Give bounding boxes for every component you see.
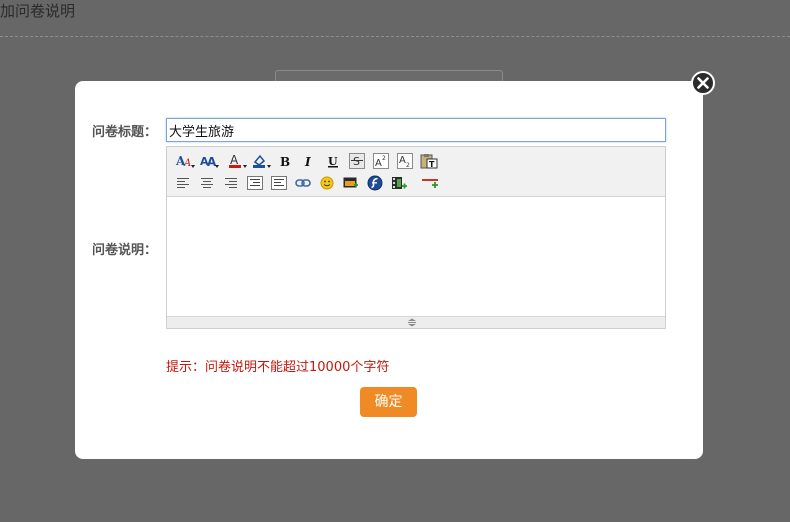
svg-text:A: A (375, 158, 382, 169)
editor-toolbar: A A A A A B I U S A 2 A 2 T (167, 147, 665, 197)
insert-media-button[interactable] (389, 174, 409, 192)
svg-text:S: S (353, 155, 360, 168)
subscript-button[interactable]: A 2 (395, 152, 415, 170)
insert-flash-button[interactable] (365, 174, 385, 192)
superscript-button[interactable]: A 2 (371, 152, 391, 170)
editor-content-area[interactable] (167, 197, 665, 317)
title-label: 问卷标题： (92, 125, 158, 140)
background-color-icon (253, 154, 271, 168)
align-right-button[interactable] (221, 174, 241, 192)
superscript-icon: A 2 (373, 153, 389, 169)
page-title: 加问卷说明 (0, 2, 76, 20)
horizontal-rule-icon (422, 179, 438, 188)
svg-text:2: 2 (406, 162, 410, 169)
font-size-button[interactable]: A A (199, 152, 219, 170)
subscript-icon: A 2 (397, 153, 413, 169)
svg-text:A: A (230, 153, 239, 167)
align-center-button[interactable] (197, 174, 217, 192)
insert-image-button[interactable] (341, 174, 361, 192)
description-label: 问卷说明： (92, 243, 158, 258)
paste-text-icon: T (420, 154, 438, 169)
hint-text: 提示：问卷说明不能超过10000个字符 (166, 360, 390, 375)
align-center-icon (201, 178, 213, 188)
close-icon (697, 77, 709, 89)
align-left-icon (177, 178, 189, 188)
insert-image-icon (343, 177, 358, 188)
svg-text:B: B (280, 155, 290, 168)
rich-text-editor: A A A A A B I U S A 2 A 2 T (166, 146, 666, 329)
divider (0, 36, 790, 37)
emoticon-button[interactable] (317, 174, 337, 192)
link-button[interactable] (293, 174, 313, 192)
font-family-icon: A A (175, 154, 195, 169)
underline-icon: U (328, 155, 338, 168)
background-color-button[interactable] (251, 152, 271, 170)
confirm-button[interactable]: 确定 (360, 387, 417, 417)
outdent-icon (271, 176, 287, 190)
svg-text:A: A (183, 158, 191, 169)
font-family-button[interactable]: A A (175, 152, 195, 170)
indent-icon (247, 176, 263, 190)
resize-handle-icon (408, 318, 416, 327)
svg-text:A: A (399, 155, 406, 166)
close-button[interactable] (691, 71, 715, 95)
insert-media-icon (392, 177, 407, 189)
insert-flash-icon (367, 175, 383, 191)
outdent-button[interactable] (269, 174, 289, 192)
svg-text:2: 2 (382, 155, 386, 162)
questionnaire-dialog: 问卷标题： 问卷说明： A A A A (75, 81, 703, 459)
underline-button[interactable]: U (323, 152, 343, 170)
font-color-icon: A (229, 153, 247, 168)
strikethrough-button[interactable]: S (347, 152, 367, 170)
bold-button[interactable]: B (275, 152, 295, 170)
svg-text:T: T (429, 160, 435, 169)
strikethrough-icon: S (349, 153, 365, 169)
svg-text:A: A (207, 155, 217, 169)
font-size-icon: A A (200, 155, 219, 169)
bold-icon: B (280, 155, 290, 168)
link-icon (295, 179, 311, 187)
paste-text-button[interactable]: T (419, 152, 439, 170)
indent-button[interactable] (245, 174, 265, 192)
italic-button[interactable]: I (299, 152, 319, 170)
align-left-button[interactable] (173, 174, 193, 192)
align-right-icon (225, 178, 237, 188)
emoticon-icon (320, 176, 334, 190)
font-color-button[interactable]: A (227, 152, 247, 170)
title-input[interactable] (166, 118, 666, 142)
horizontal-rule-button[interactable] (417, 174, 445, 192)
editor-resize-bar[interactable] (167, 316, 665, 328)
svg-text:I: I (304, 155, 311, 168)
italic-icon: I (304, 155, 311, 168)
